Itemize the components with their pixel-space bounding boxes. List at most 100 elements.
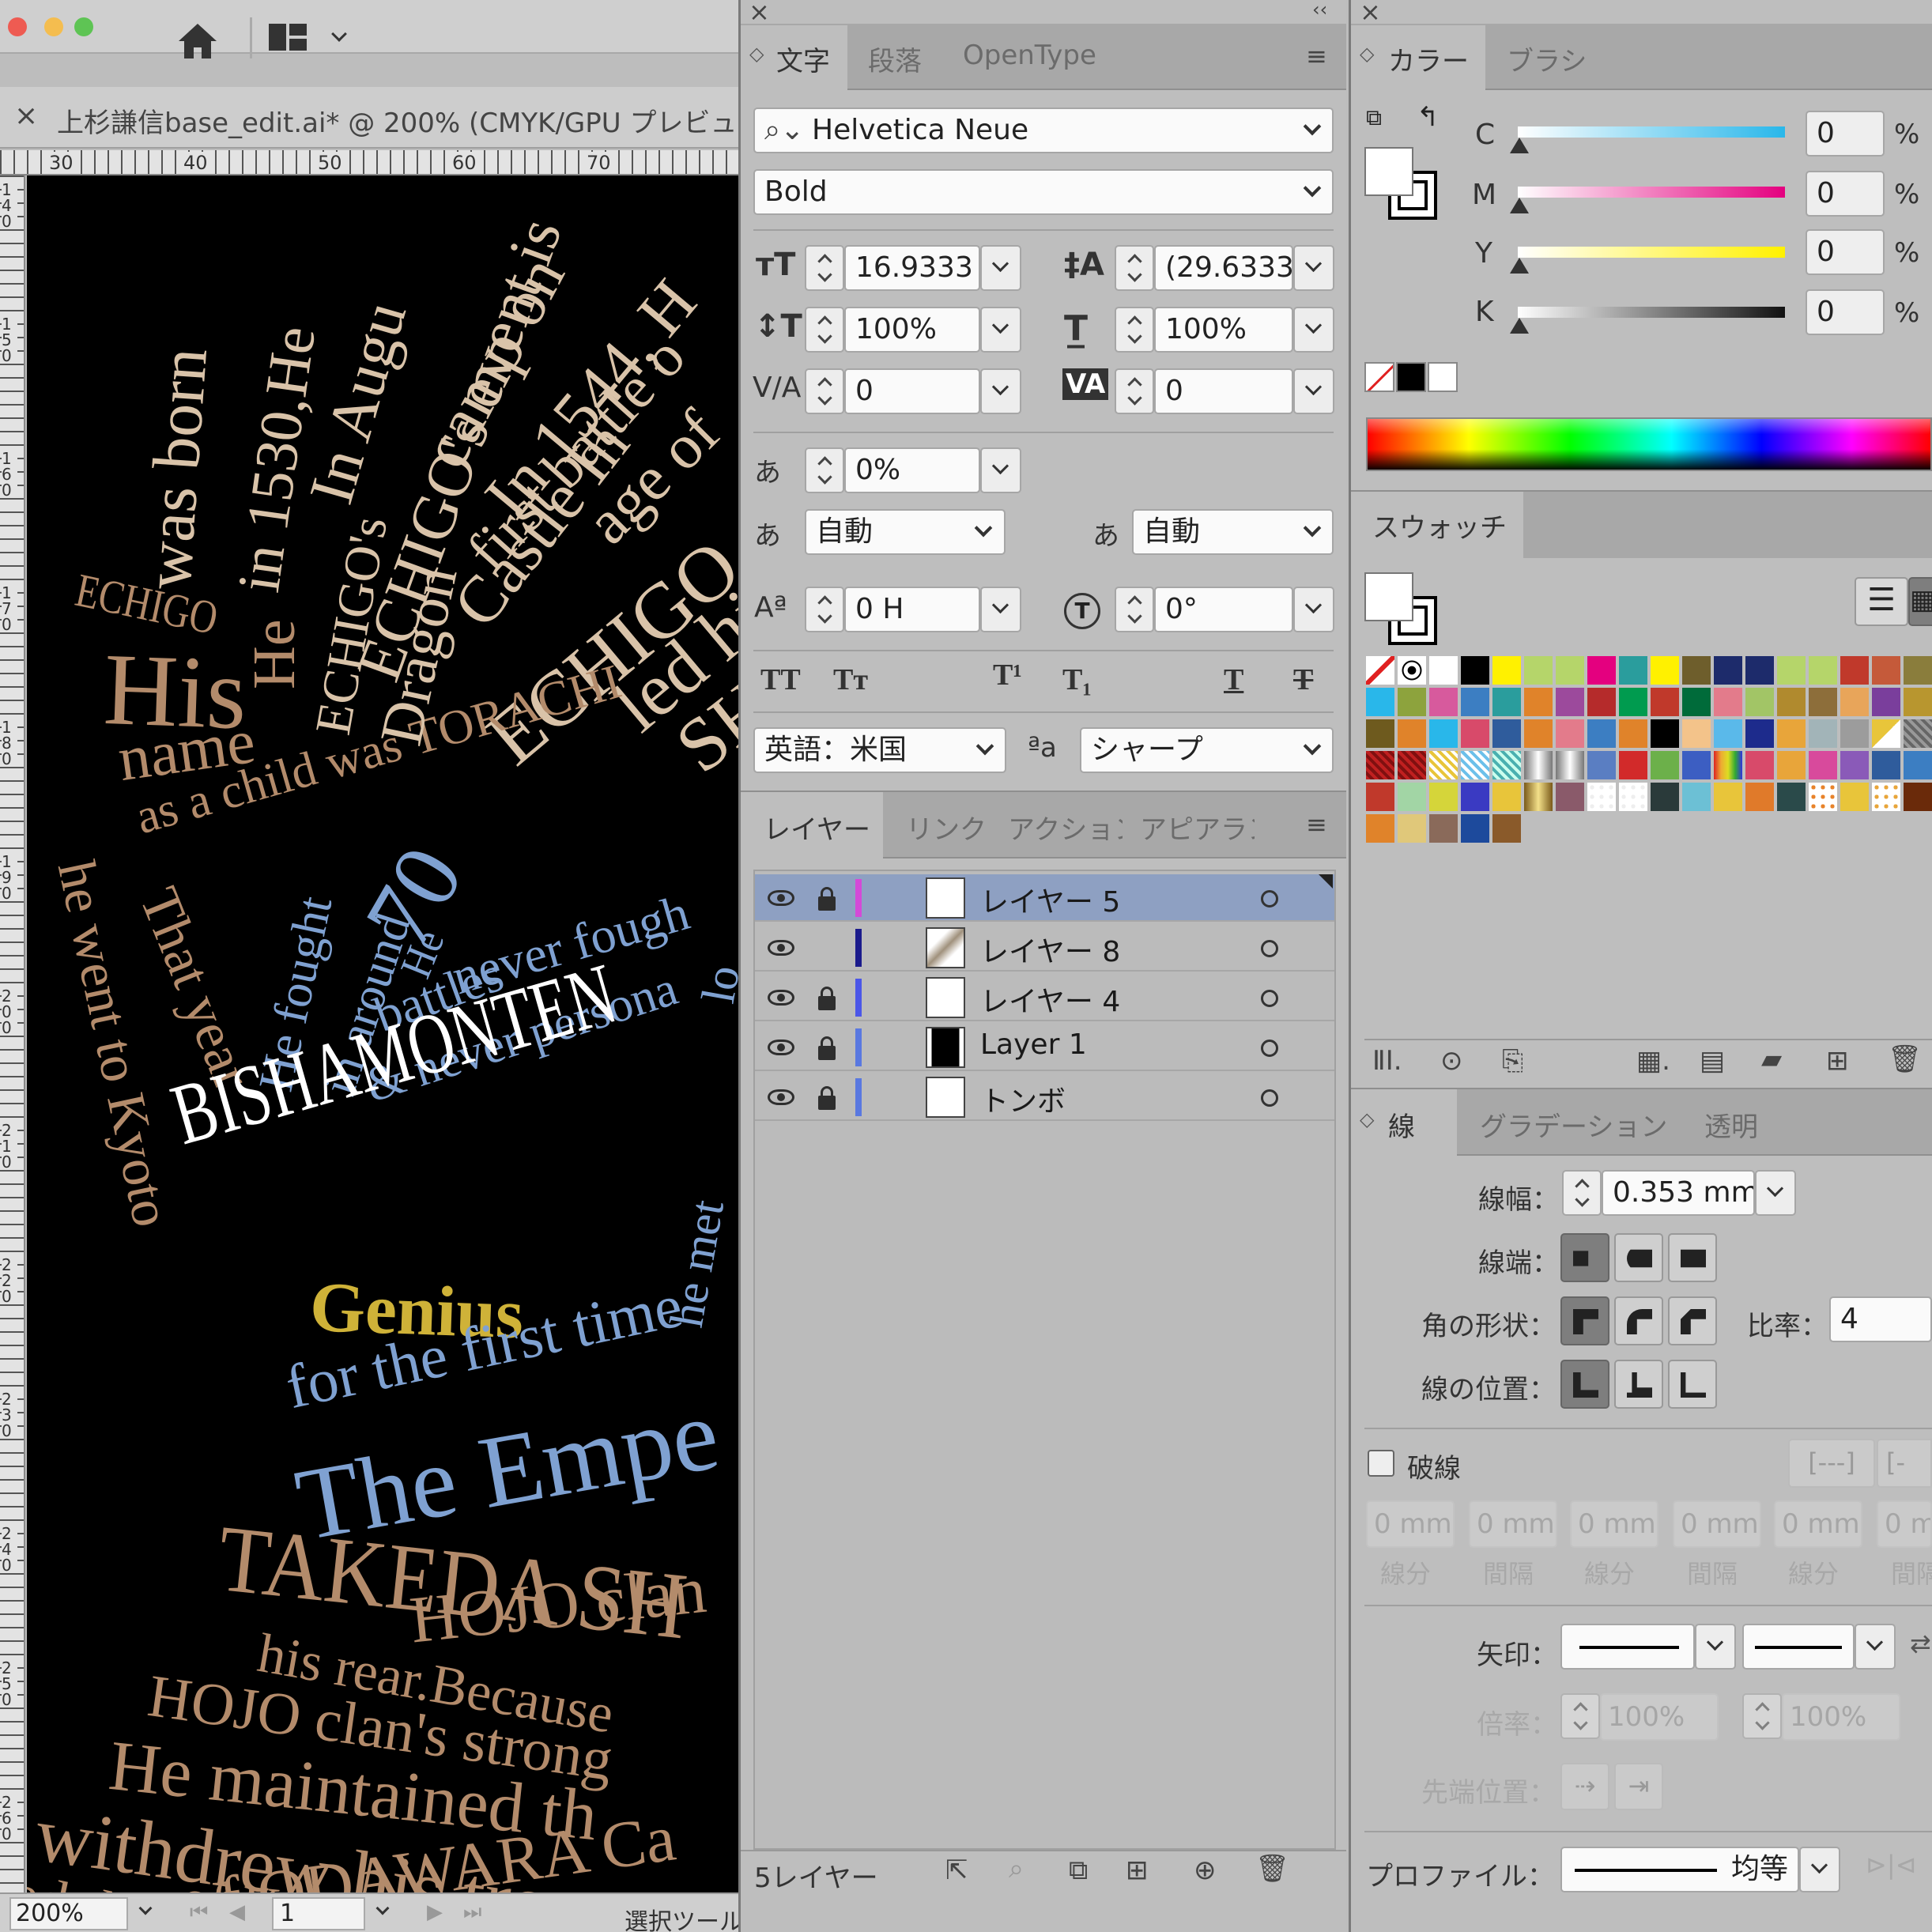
gap-field[interactable]: 0 mm (1673, 1500, 1761, 1548)
workspace-layout-icon[interactable] (269, 24, 313, 51)
m-value-field[interactable]: 0 (1806, 171, 1885, 217)
tab-actions[interactable]: アクション (1008, 808, 1123, 847)
visibility-eye-icon[interactable] (768, 940, 794, 956)
tab-links[interactable]: リンク (906, 808, 985, 847)
miter-join-button[interactable] (1560, 1296, 1609, 1345)
close-tab-icon[interactable]: × (14, 100, 38, 132)
tab-swatches-label[interactable]: スウォッチ (1372, 506, 1507, 545)
tab-transparency[interactable]: 透明 (1704, 1105, 1758, 1144)
new-layer-icon[interactable]: ⊕ (1194, 1855, 1217, 1886)
flip-profile-icon[interactable]: ⊳|⊲ (1866, 1850, 1916, 1880)
layer-name[interactable]: レイヤー 5 (980, 879, 1120, 920)
kerning-dropdown[interactable] (980, 368, 1021, 414)
dash-field[interactable]: 0 mm (1366, 1500, 1455, 1548)
layer-name[interactable]: トンボ (980, 1078, 1066, 1119)
start-arrowhead-select[interactable] (1560, 1624, 1695, 1670)
butt-cap-button[interactable] (1560, 1233, 1609, 1282)
locate-object-icon[interactable]: ⌕ (1009, 1853, 1024, 1885)
layer-row[interactable]: レイヤー 4 (755, 974, 1334, 1021)
lock-icon[interactable] (818, 1036, 836, 1060)
close-panel-icon[interactable]: × (749, 0, 770, 27)
tip-place-button[interactable]: ⇥ (1614, 1763, 1663, 1810)
grid-view-button[interactable]: ▦ (1908, 577, 1932, 626)
dash-preserve-button[interactable]: [‐‐‐] (1788, 1439, 1875, 1488)
none-swatch[interactable] (1364, 362, 1394, 392)
white-swatch[interactable] (1428, 362, 1458, 392)
close-window-button[interactable] (8, 17, 27, 36)
c-slider[interactable] (1518, 126, 1785, 138)
trash-icon[interactable]: 🗑 (1255, 1853, 1289, 1885)
artboard-canvas[interactable]: was born in 1530,He In Augu ECHIGO's eve… (27, 175, 738, 1892)
vertical-scale-dropdown[interactable] (980, 307, 1021, 353)
new-swatch-icon[interactable]: ⊞ (1826, 1045, 1849, 1077)
page-field[interactable]: 1 (272, 1897, 365, 1930)
fill-color-box[interactable] (1364, 572, 1413, 621)
lock-icon[interactable] (818, 887, 836, 911)
bevel-join-button[interactable] (1668, 1296, 1717, 1345)
trash-icon[interactable]: 🗑 (1888, 1043, 1922, 1075)
end-scale-field[interactable]: 100% (1782, 1693, 1900, 1741)
kerning-field[interactable]: 0 (844, 368, 980, 414)
baseline-field[interactable]: 0 H (844, 587, 980, 632)
tab-character-label[interactable]: 文字 (776, 40, 830, 78)
slider-thumb-icon[interactable] (1510, 138, 1529, 153)
swap-colors-icon[interactable]: ↰ (1417, 101, 1440, 133)
tracking-stepper[interactable] (1115, 368, 1154, 414)
home-icon[interactable] (175, 21, 220, 60)
panel-menu-icon[interactable]: ≡ (1306, 41, 1327, 71)
rotation-field[interactable]: 0° (1154, 587, 1293, 632)
swatch-library-icon[interactable]: ⅡⅠ. (1372, 1045, 1402, 1077)
all-caps-button[interactable]: TT (760, 662, 801, 697)
zoom-field[interactable]: 200% (9, 1897, 128, 1930)
zoom-window-button[interactable] (74, 17, 93, 36)
aki-left-field[interactable]: 自動 (805, 509, 1006, 555)
dash-align-button[interactable]: [‐ (1877, 1439, 1932, 1488)
new-color-group-folder-icon[interactable]: ▰ (1761, 1043, 1782, 1075)
panel-menu-icon[interactable]: ≡ (1306, 809, 1327, 840)
font-size-dropdown[interactable] (980, 245, 1021, 291)
layer-name[interactable]: レイヤー 8 (980, 929, 1120, 970)
tab-stroke-label[interactable]: 線 (1388, 1105, 1415, 1144)
swap-arrowheads-icon[interactable]: ⇄ (1910, 1628, 1931, 1658)
tab-color-label[interactable]: カラー (1388, 40, 1469, 78)
layer-name[interactable]: レイヤー 4 (980, 979, 1120, 1020)
swatch-options-icon[interactable]: ⎘ (1502, 1045, 1523, 1077)
slider-thumb-icon[interactable] (1510, 258, 1529, 274)
tsume-stepper[interactable] (805, 447, 844, 493)
start-scale-stepper[interactable] (1560, 1693, 1600, 1739)
export-icon[interactable]: ⇱ (945, 1855, 968, 1886)
gap-field[interactable]: 0 mm (1469, 1500, 1557, 1548)
lock-icon[interactable] (818, 1086, 836, 1110)
stroke-weight-stepper[interactable] (1562, 1170, 1602, 1216)
start-scale-field[interactable]: 100% (1600, 1693, 1719, 1741)
horizontal-scale-stepper[interactable] (1115, 307, 1154, 353)
tab-brushes[interactable]: ブラシ (1507, 40, 1587, 78)
color-group-icon[interactable]: ▦. (1636, 1045, 1670, 1077)
font-size-field[interactable]: 16.9333 (844, 245, 980, 291)
start-arrowhead-dropdown[interactable] (1695, 1624, 1736, 1670)
document-tab[interactable]: × 上杉謙信base_edit.ai* @ 200% (CMYK/GPU プレビ… (0, 87, 764, 149)
language-select[interactable]: 英語：米国 (753, 727, 1006, 773)
tab-paragraph[interactable]: 段落 (868, 40, 922, 78)
target-circle-icon[interactable] (1261, 890, 1278, 908)
font-style-field[interactable]: Bold (753, 169, 1334, 215)
vertical-scale-field[interactable]: 100% (844, 307, 980, 353)
align-center-button[interactable] (1560, 1360, 1609, 1409)
kerning-stepper[interactable] (805, 368, 844, 414)
tab-layers-label[interactable]: レイヤー (764, 808, 870, 847)
end-arrowhead-dropdown[interactable] (1855, 1624, 1896, 1670)
profile-dropdown[interactable] (1799, 1847, 1840, 1892)
tsume-dropdown[interactable] (980, 447, 1021, 493)
layer-row[interactable]: Layer 1 (755, 1024, 1334, 1071)
prev-page-icon[interactable]: ◀ (229, 1900, 245, 1924)
visibility-eye-icon[interactable] (768, 1089, 794, 1105)
baseline-stepper[interactable] (805, 587, 844, 632)
lock-icon[interactable] (818, 987, 836, 1010)
layer-row[interactable]: トンボ (755, 1074, 1334, 1121)
minimize-window-button[interactable] (44, 17, 63, 36)
black-swatch[interactable] (1396, 362, 1426, 392)
tracking-field[interactable]: 0 (1154, 368, 1293, 414)
stroke-weight-field[interactable]: 0.353 mm (1602, 1170, 1755, 1216)
color-spectrum-bar[interactable] (1366, 417, 1932, 471)
close-panel-icon[interactable]: × (1360, 0, 1381, 27)
